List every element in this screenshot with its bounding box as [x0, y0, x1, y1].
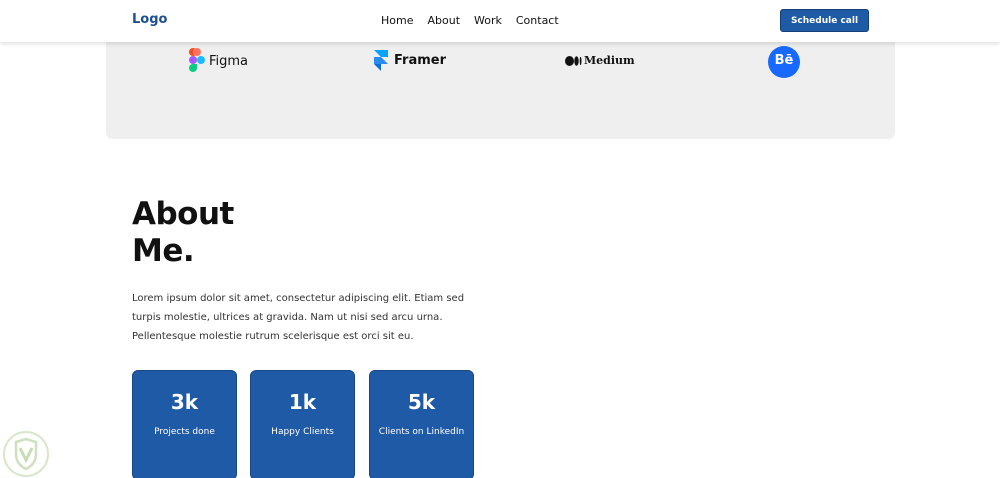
schedule-call-button[interactable]: Schedule call	[780, 9, 869, 32]
logo[interactable]: Logo	[132, 12, 167, 27]
top-navbar: Logo Home About Work Contact Schedule ca…	[0, 0, 1000, 42]
about-heading-line2: Me.	[132, 233, 195, 269]
stat-label: Clients on LinkedIn	[378, 427, 465, 437]
stat-card-projects: 3k Projects done	[132, 370, 237, 478]
shield-watermark-icon	[3, 431, 49, 477]
stat-value: 3k	[170, 390, 199, 414]
stat-value: 1k	[288, 390, 317, 414]
about-text: Lorem ipsum dolor sit amet, consectetur …	[132, 293, 465, 342]
brand-label-behance: Bē	[774, 53, 794, 68]
nav-link-contact[interactable]: Contact	[516, 14, 559, 27]
stat-card-linkedin: 5k Clients on LinkedIn	[369, 370, 474, 478]
figma-icon	[189, 48, 205, 72]
medium-icon	[565, 55, 582, 66]
about-heading-line1: About	[132, 196, 234, 232]
brands-band: Figma Framer Medium Bē	[106, 38, 895, 139]
nav-link-about[interactable]: About	[427, 14, 460, 27]
stat-card-clients: 1k Happy Clients	[250, 370, 355, 478]
brand-framer: Framer	[374, 50, 446, 71]
stat-label: Happy Clients	[271, 427, 334, 437]
brand-medium: Medium	[565, 54, 635, 67]
about-heading: About Me.	[132, 196, 234, 270]
brand-behance: Bē	[768, 46, 800, 78]
nav-links: Home About Work Contact	[381, 14, 573, 27]
stat-value: 5k	[407, 390, 436, 414]
brand-label-medium: Medium	[584, 54, 635, 67]
brand-label-figma: Figma	[209, 53, 249, 69]
stat-label: Projects done	[154, 427, 215, 437]
brand-label-framer: Framer	[394, 53, 447, 68]
nav-link-work[interactable]: Work	[474, 14, 502, 27]
nav-link-home[interactable]: Home	[381, 14, 413, 27]
framer-icon	[374, 50, 388, 71]
brand-figma: Figma	[189, 48, 248, 74]
